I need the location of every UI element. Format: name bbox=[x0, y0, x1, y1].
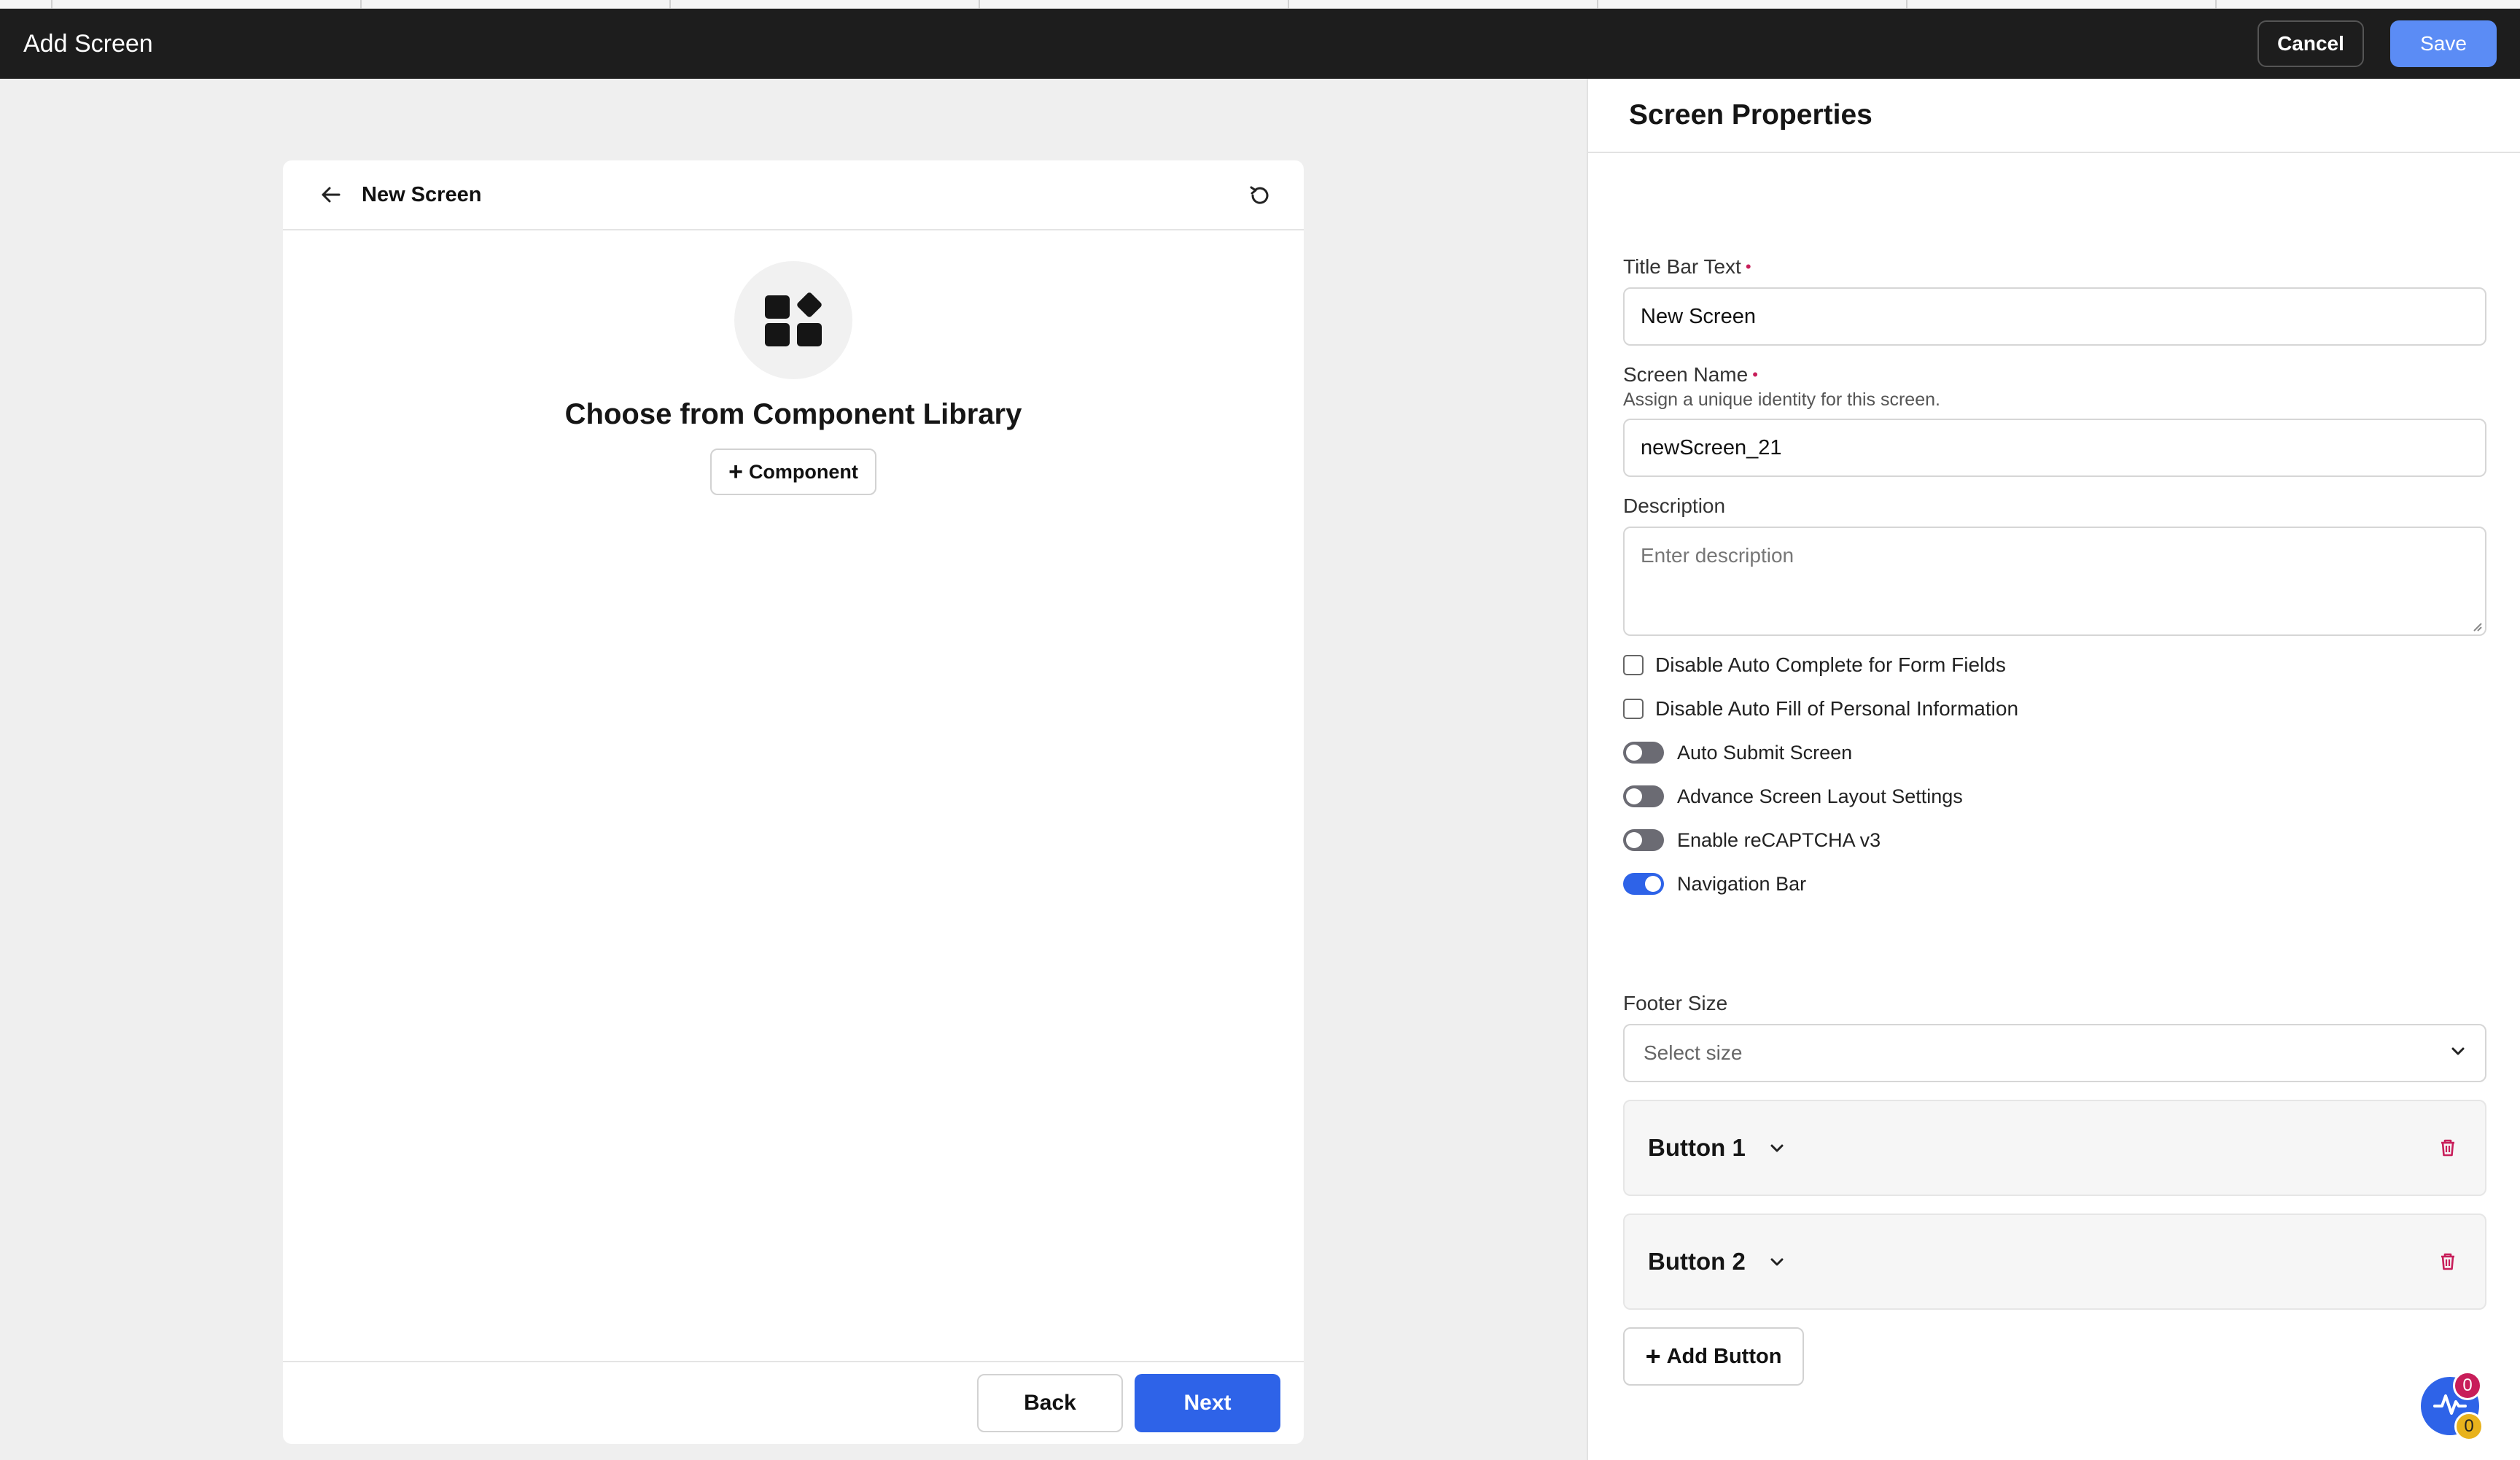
screen-name-field-group: Screen Name • Assign a unique identity fo… bbox=[1623, 363, 1940, 411]
toggle-row-navigation-bar: Navigation Bar bbox=[1623, 862, 1963, 906]
tab-separator bbox=[51, 0, 52, 9]
footer-size-label: Footer Size bbox=[1623, 992, 1728, 1014]
checkbox-row-disable-autofill[interactable]: Disable Auto Fill of Personal Informatio… bbox=[1623, 687, 2018, 731]
top-bar-actions: Cancel Save bbox=[2258, 20, 2497, 67]
tab-separator bbox=[669, 0, 671, 9]
required-marker: • bbox=[1752, 365, 1758, 384]
title-bar-text-label-text: Title Bar Text bbox=[1623, 255, 1741, 278]
screen-name-label-text: Screen Name bbox=[1623, 363, 1749, 386]
toggle-list: Auto Submit Screen Advance Screen Layout… bbox=[1623, 731, 1963, 906]
checkbox-label: Disable Auto Fill of Personal Informatio… bbox=[1655, 697, 2019, 720]
toggle-knob bbox=[1626, 745, 1642, 761]
screen-preview: New Screen Choose from Component Library… bbox=[283, 160, 1304, 1444]
checkbox-row-disable-autocomplete[interactable]: Disable Auto Complete for Form Fields bbox=[1623, 643, 2018, 687]
page-title: Add Screen bbox=[23, 29, 153, 58]
toggle-label: Navigation Bar bbox=[1677, 872, 1807, 895]
save-button[interactable]: Save bbox=[2390, 20, 2497, 67]
empty-state-title: Choose from Component Library bbox=[564, 398, 1022, 430]
chevron-down-icon[interactable] bbox=[1768, 1251, 1789, 1273]
panel-title: Screen Properties bbox=[1629, 99, 1872, 131]
button-1-accordion[interactable]: Button 1 bbox=[1623, 1100, 2486, 1196]
preview-header: New Screen bbox=[283, 160, 1304, 230]
screen-name-label: Screen Name • bbox=[1623, 363, 1940, 387]
toggle-row-advance-layout: Advance Screen Layout Settings bbox=[1623, 774, 1963, 818]
add-button-label: Add Button bbox=[1666, 1344, 1782, 1368]
tab-separator bbox=[360, 0, 362, 9]
next-button[interactable]: Next bbox=[1135, 1374, 1280, 1432]
screen-properties-panel: Screen Properties Title Bar Text • New Sc… bbox=[1587, 79, 2520, 1460]
disable-autocomplete-checkbox[interactable] bbox=[1623, 655, 1644, 675]
plus-icon: + bbox=[1645, 1341, 1661, 1371]
toggle-knob bbox=[1626, 832, 1642, 848]
advance-layout-toggle[interactable] bbox=[1623, 785, 1664, 807]
refresh-icon[interactable] bbox=[1245, 180, 1275, 209]
panel-header: Screen Properties bbox=[1588, 79, 2520, 153]
empty-state: Choose from Component Library + Componen… bbox=[283, 261, 1304, 495]
checkbox-list: Disable Auto Complete for Form Fields Di… bbox=[1623, 643, 2018, 731]
toggle-knob bbox=[1626, 788, 1642, 804]
checkbox-label: Disable Auto Complete for Form Fields bbox=[1655, 653, 2006, 676]
back-button[interactable]: Back bbox=[977, 1374, 1123, 1432]
component-library-icon bbox=[734, 261, 852, 379]
toggle-knob bbox=[1645, 876, 1661, 892]
preview-title: New Screen bbox=[362, 182, 482, 206]
toggle-row-auto-submit: Auto Submit Screen bbox=[1623, 731, 1963, 774]
chevron-down-icon[interactable] bbox=[1768, 1137, 1789, 1159]
description-placeholder: Enter description bbox=[1641, 544, 1794, 567]
title-bar-text-field-group: Title Bar Text • bbox=[1623, 255, 1751, 279]
resize-grip-icon[interactable] bbox=[2470, 620, 2482, 632]
disable-autofill-checkbox[interactable] bbox=[1623, 699, 1644, 719]
toggle-label: Auto Submit Screen bbox=[1677, 741, 1853, 764]
toggle-label: Enable reCAPTCHA v3 bbox=[1677, 828, 1881, 851]
add-button-button[interactable]: + Add Button bbox=[1623, 1327, 1804, 1386]
recaptcha-toggle[interactable] bbox=[1623, 829, 1664, 851]
toggle-row-recaptcha: Enable reCAPTCHA v3 bbox=[1623, 818, 1963, 862]
tab-separator bbox=[2215, 0, 2217, 9]
description-textarea[interactable]: Enter description bbox=[1623, 527, 2486, 636]
tab-separator bbox=[979, 0, 980, 9]
add-component-label: Component bbox=[748, 460, 858, 483]
plus-icon: + bbox=[728, 458, 743, 486]
screen-name-input[interactable]: newScreen_21 bbox=[1623, 419, 2486, 477]
browser-tab-strip bbox=[0, 0, 2520, 9]
required-marker: • bbox=[1745, 257, 1751, 276]
toggle-label: Advance Screen Layout Settings bbox=[1677, 785, 1963, 807]
auto-submit-toggle[interactable] bbox=[1623, 742, 1664, 764]
accordion-label: Button 1 bbox=[1648, 1134, 1746, 1161]
add-component-button[interactable]: + Component bbox=[710, 449, 876, 495]
notification-badge-count: 0 bbox=[2453, 1371, 2482, 1400]
back-arrow-icon[interactable] bbox=[316, 180, 346, 209]
chevron-down-icon bbox=[2449, 1041, 2468, 1065]
title-bar-text-input[interactable]: New Screen bbox=[1623, 287, 2486, 346]
title-bar-text-label: Title Bar Text • bbox=[1623, 255, 1751, 279]
footer-size-placeholder: Select size bbox=[1644, 1041, 1743, 1064]
cancel-button[interactable]: Cancel bbox=[2258, 20, 2364, 67]
top-bar: Add Screen Cancel Save bbox=[0, 9, 2520, 79]
trash-icon[interactable] bbox=[2437, 1137, 2459, 1159]
button-2-accordion[interactable]: Button 2 bbox=[1623, 1214, 2486, 1310]
tab-separator bbox=[1906, 0, 1908, 9]
tab-separator bbox=[1597, 0, 1598, 9]
description-label: Description bbox=[1623, 494, 1726, 517]
trash-icon[interactable] bbox=[2437, 1251, 2459, 1273]
accordion-label: Button 2 bbox=[1648, 1248, 1746, 1275]
preview-footer: Back Next bbox=[283, 1361, 1304, 1444]
tab-separator bbox=[1288, 0, 1289, 9]
navigation-bar-toggle[interactable] bbox=[1623, 873, 1664, 895]
warning-badge-count: 0 bbox=[2454, 1412, 2484, 1441]
screen-name-help: Assign a unique identity for this screen… bbox=[1623, 389, 1940, 410]
footer-size-select[interactable]: Select size bbox=[1623, 1024, 2486, 1082]
